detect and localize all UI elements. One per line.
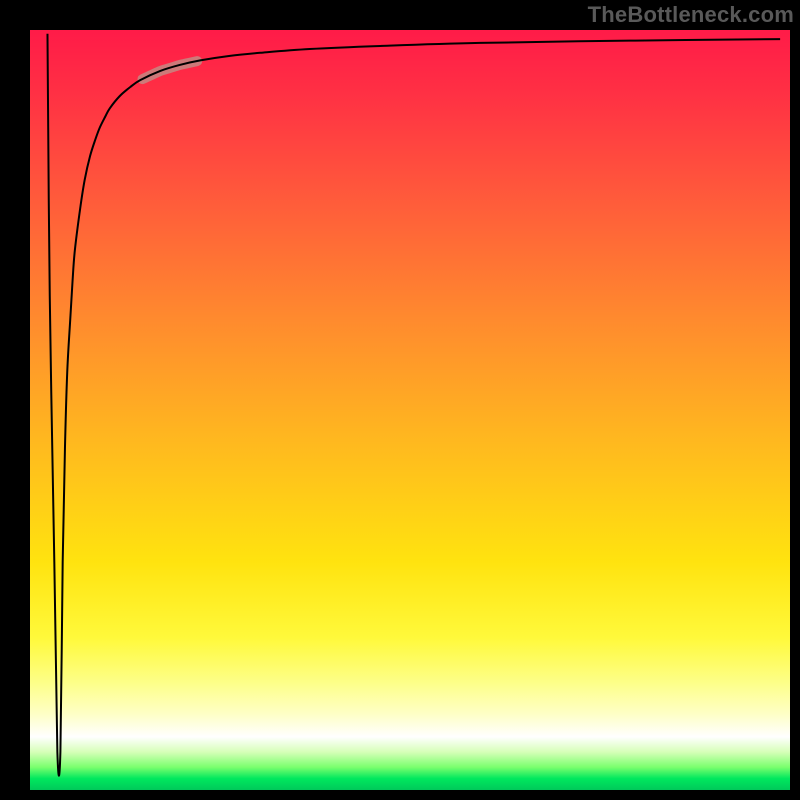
plot-area [30,30,790,790]
curve-highlight-segment [142,61,197,79]
chart-frame: TheBottleneck.com [0,0,800,800]
watermark-text: TheBottleneck.com [588,2,794,28]
curve-layer [30,30,790,790]
bottleneck-curve [47,34,780,776]
